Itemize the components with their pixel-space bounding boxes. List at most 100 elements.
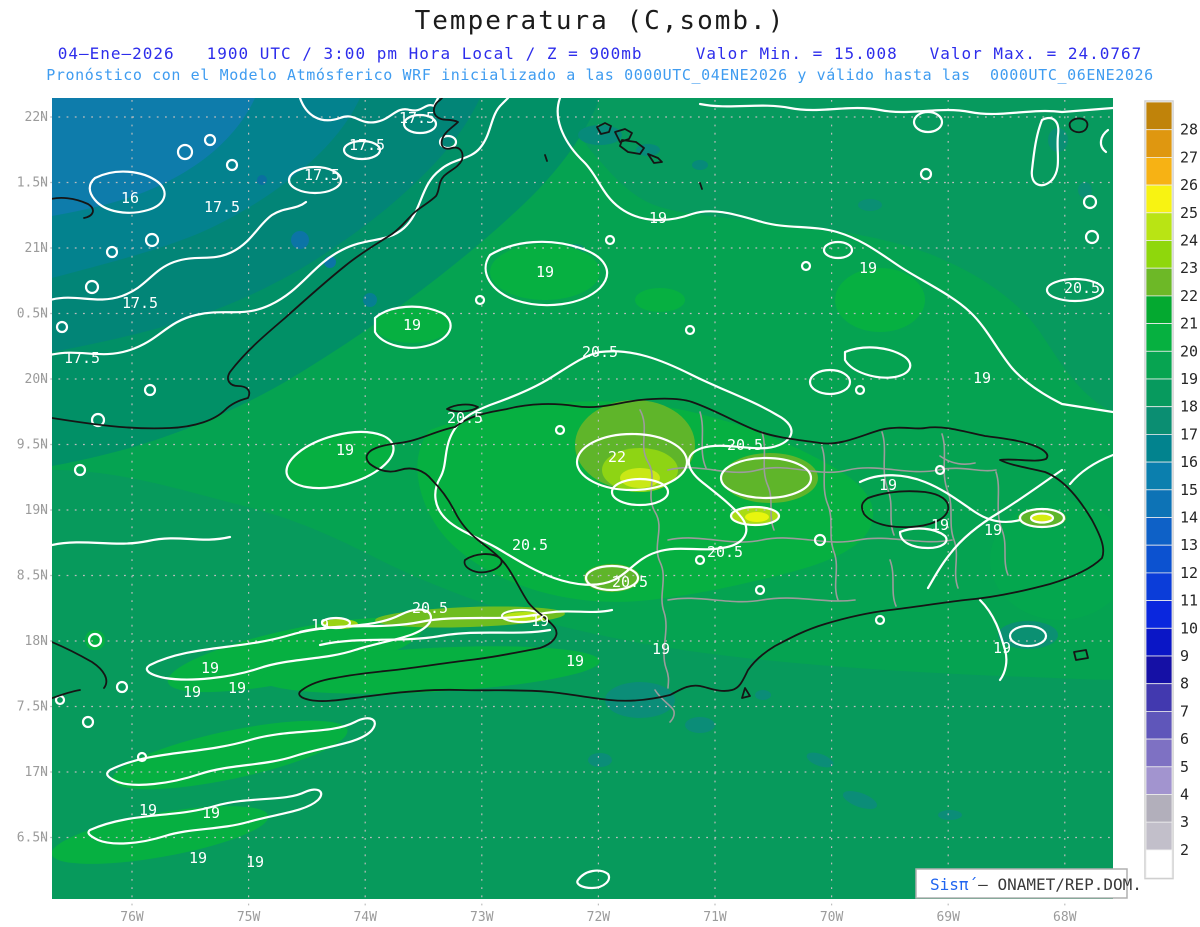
colorbar-tick-label: 18 xyxy=(1180,398,1198,416)
contour-label: 17.5 xyxy=(122,294,158,312)
colorbar-segment xyxy=(1145,572,1173,602)
colorbar-segment xyxy=(1145,627,1173,657)
colorbar-tick-label: 23 xyxy=(1180,259,1198,277)
contour-label: 22 xyxy=(608,448,626,466)
colorbar-tick-label: 19 xyxy=(1180,370,1198,388)
lon-tick-label: 68W xyxy=(1053,910,1077,925)
temperature-colorbar: 2827262524232221201918171615141312111098… xyxy=(1144,100,1198,880)
contour-label: 19 xyxy=(311,616,329,634)
colorbar-segment xyxy=(1145,794,1173,823)
colorbar-tick-label: 13 xyxy=(1180,536,1198,554)
lon-tick-label: 76W xyxy=(120,910,144,925)
colorbar-tick-label: 3 xyxy=(1180,813,1189,831)
colorbar-tick-label: 10 xyxy=(1180,619,1198,637)
colorbar-segment xyxy=(1145,101,1173,131)
colorbar-tick-label: 17 xyxy=(1180,425,1198,443)
contour-label: 19 xyxy=(536,263,554,281)
contour-label: 17.5 xyxy=(204,198,240,216)
contour-label: 20.5 xyxy=(447,409,483,427)
lon-tick-label: 70W xyxy=(820,910,844,925)
contour-label: 20.5 xyxy=(412,599,448,617)
colorbar-tick-label: 12 xyxy=(1180,564,1198,582)
contour-label: 19 xyxy=(973,369,991,387)
lat-tick-label: 8.5N xyxy=(17,569,48,584)
temperature-map: 1617.517.517.517.517.517.51919 1919191919… xyxy=(17,98,1198,925)
lat-tick-label: 19N xyxy=(25,503,48,518)
contour-label: 20.5 xyxy=(727,436,763,454)
lon-tick-label: 73W xyxy=(470,910,494,925)
contour-label: 20.5 xyxy=(582,343,618,361)
colorbar-tick-label: 27 xyxy=(1180,148,1198,166)
contour-label: 16 xyxy=(121,189,139,207)
colorbar-segment xyxy=(1145,212,1173,241)
contour-label: 19 xyxy=(531,612,549,630)
temperature-shading xyxy=(52,98,1113,899)
colorbar-segment xyxy=(1145,544,1173,574)
lon-tick-label: 75W xyxy=(237,910,261,925)
colorbar-tick-label: 24 xyxy=(1180,232,1198,250)
svg-text:Sisπ́ – ONAMET/REP.DOM.: Sisπ́ – ONAMET/REP.DOM. xyxy=(930,875,1142,894)
colorbar-tick-label: 15 xyxy=(1180,481,1198,499)
contour-label: 19 xyxy=(201,659,219,677)
contour-label: 19 xyxy=(652,640,670,658)
colorbar-segment xyxy=(1145,711,1173,740)
colorbar-segment xyxy=(1145,655,1173,685)
branding-box: Sisπ́ – ONAMET/REP.DOM. xyxy=(915,868,1142,899)
colorbar-tick-label: 20 xyxy=(1180,342,1198,360)
colorbar-segment xyxy=(1145,821,1173,851)
colorbar-tick-label: 28 xyxy=(1180,121,1198,139)
colorbar-segment xyxy=(1145,406,1173,435)
lat-tick-label: 1.5N xyxy=(17,176,48,191)
contour-label: 19 xyxy=(403,316,421,334)
lon-tick-label: 74W xyxy=(353,910,377,925)
org-label: ONAMET/REP.DOM. xyxy=(997,875,1142,894)
contour-label: 19 xyxy=(139,801,157,819)
lon-tick-label: 71W xyxy=(703,910,727,925)
contour-label: 17.5 xyxy=(304,166,340,184)
contour-label: 19 xyxy=(336,441,354,459)
colorbar-tick-label: 5 xyxy=(1180,758,1189,776)
contour-label: 19 xyxy=(879,476,897,494)
contour-label: 19 xyxy=(931,516,949,534)
colorbar-segment xyxy=(1145,350,1173,380)
colorbar-segment xyxy=(1145,240,1173,269)
contour-label: 20.5 xyxy=(707,543,743,561)
lat-tick-label: 9.5N xyxy=(17,438,48,453)
colorbar-segment xyxy=(1145,184,1173,214)
colorbar-segment xyxy=(1145,156,1173,186)
lat-tick-label: 17N xyxy=(25,765,48,780)
contour-label: 17.5 xyxy=(64,349,100,367)
colorbar-tick-label: 2 xyxy=(1180,841,1189,859)
colorbar-tick-label: 16 xyxy=(1180,453,1198,471)
weather-map-page: Temperatura (C,somb.) 04–Ene–2026 1900 U… xyxy=(0,0,1200,927)
lat-tick-label: 18N xyxy=(25,634,48,649)
contour-label: 20.5 xyxy=(612,573,648,591)
colorbar-segment xyxy=(1145,517,1173,546)
colorbar-segment xyxy=(1145,489,1173,518)
contour-label: 17.5 xyxy=(399,109,435,127)
contour-label: 19 xyxy=(202,804,220,822)
contour-label: 19 xyxy=(566,652,584,670)
colorbar-tick-label: 21 xyxy=(1180,315,1198,333)
lat-tick-label: 7.5N xyxy=(17,700,48,715)
colorbar-segment xyxy=(1145,433,1173,463)
contour-label: 19 xyxy=(189,849,207,867)
contour-label: 20.5 xyxy=(1064,279,1100,297)
colorbar-tick-label: 11 xyxy=(1180,592,1198,610)
contour-label: 19 xyxy=(183,683,201,701)
lat-tick-label: 22N xyxy=(25,110,48,125)
contour-label: 19 xyxy=(246,853,264,871)
colorbar-segment xyxy=(1145,766,1173,795)
lat-tick-label: 21N xyxy=(25,241,48,256)
colorbar-segment xyxy=(1145,738,1173,768)
colorbar-tick-label: 7 xyxy=(1180,702,1189,720)
lat-tick-label: 20N xyxy=(25,372,48,387)
colorbar-segment xyxy=(1145,600,1173,629)
colorbar-segment xyxy=(1145,683,1173,712)
lon-tick-label: 72W xyxy=(587,910,611,925)
colorbar-tick-label: 9 xyxy=(1180,647,1189,665)
contour-label: 19 xyxy=(993,639,1011,657)
colorbar-tick-label: 26 xyxy=(1180,176,1198,194)
colorbar-segment xyxy=(1145,267,1173,297)
lon-tick-label: 69W xyxy=(936,910,960,925)
